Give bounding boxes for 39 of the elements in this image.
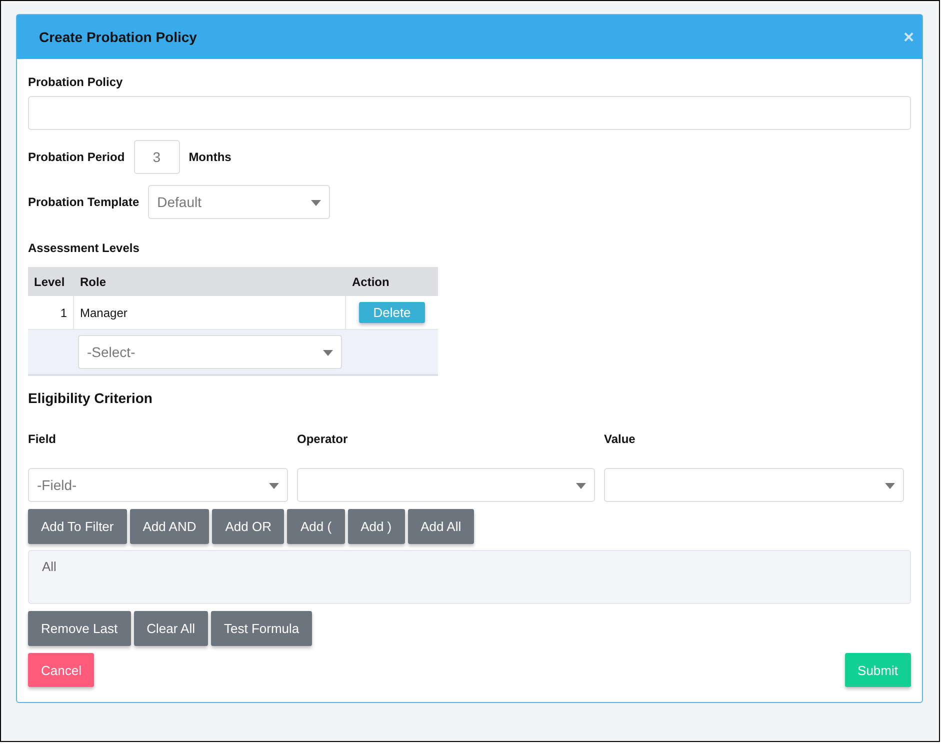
filter-button[interactable]: Add (	[287, 509, 345, 544]
field-label: Field	[28, 432, 58, 446]
criterion-select[interactable]	[604, 468, 904, 502]
column-header: Action	[351, 274, 390, 288]
section-title: Assessment Levels	[28, 241, 140, 255]
field-label: Operator	[297, 432, 349, 446]
unit-label: Months	[188, 150, 232, 164]
cancel-button[interactable]: Cancel	[28, 653, 94, 687]
field-label: Probation Template	[28, 195, 140, 209]
dialog-title: Create Probation Policy	[39, 29, 197, 45]
formula-box[interactable]: All	[28, 550, 911, 604]
field-label: Value	[604, 432, 636, 446]
role-select[interactable]: -Select-	[78, 335, 342, 369]
filter-button[interactable]: Add )	[348, 509, 405, 544]
section-title: Eligibility Criterion	[28, 390, 154, 406]
field-label: Probation Policy	[28, 75, 124, 89]
table-cell: Manager	[74, 296, 346, 329]
formula-button[interactable]: Remove Last	[28, 611, 131, 646]
table-cell: 1	[28, 296, 74, 329]
formula-button[interactable]: Clear All	[134, 611, 208, 646]
caret-icon	[311, 200, 322, 206]
field-label: Probation Period	[28, 150, 125, 164]
criterion-select[interactable]: -Field-	[28, 468, 288, 502]
caret-icon	[269, 483, 279, 489]
caret-icon	[576, 483, 586, 489]
template-select[interactable]: Default	[148, 185, 330, 219]
column-header: Level	[33, 274, 66, 288]
caret-icon	[323, 350, 333, 356]
caret-icon	[885, 483, 895, 489]
filter-button[interactable]: Add OR	[212, 509, 284, 544]
delete-button[interactable]: Delete	[359, 302, 425, 323]
filter-button[interactable]: Add AND	[130, 509, 210, 544]
policy-input[interactable]	[28, 96, 911, 130]
formula-button[interactable]: Test Formula	[211, 611, 312, 646]
period-input[interactable]: 3	[134, 140, 180, 174]
filter-button[interactable]: Add All	[408, 509, 474, 544]
filter-button[interactable]: Add To Filter	[28, 509, 127, 544]
criterion-select[interactable]	[297, 468, 595, 502]
column-header: Role	[79, 274, 108, 288]
